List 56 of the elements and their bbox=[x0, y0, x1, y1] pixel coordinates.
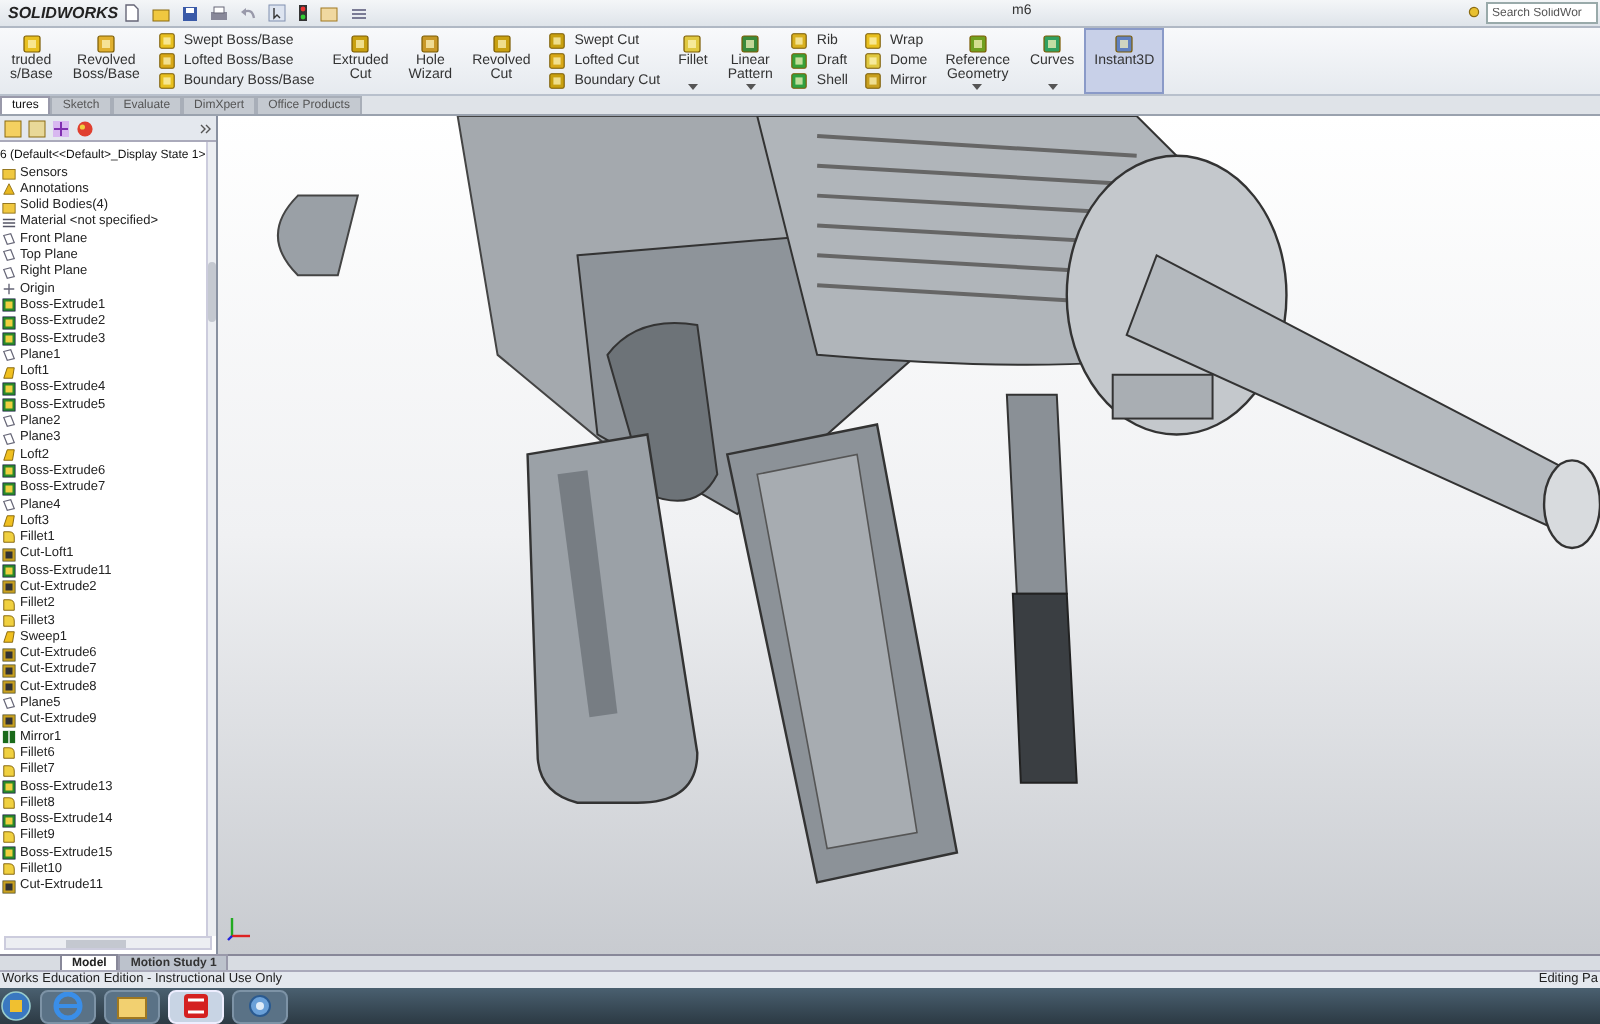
cursor-icon[interactable] bbox=[268, 4, 286, 22]
feature-icon bbox=[740, 34, 761, 54]
cut-icon bbox=[2, 879, 16, 894]
expand-panel-icon[interactable] bbox=[200, 123, 212, 133]
annotation-icon bbox=[2, 182, 16, 197]
cut-icon bbox=[2, 547, 16, 562]
cut-icon bbox=[2, 713, 16, 728]
folder-icon bbox=[2, 199, 16, 214]
fillet-icon bbox=[2, 829, 16, 844]
folder-icon bbox=[2, 165, 16, 180]
feature-icon bbox=[967, 34, 988, 54]
new-document-icon[interactable] bbox=[124, 4, 140, 22]
feature-icon bbox=[420, 34, 441, 54]
traffic-light-icon[interactable] bbox=[298, 4, 308, 22]
feature-icon bbox=[96, 34, 117, 54]
folder-icon bbox=[116, 992, 148, 1020]
origin-icon bbox=[2, 282, 16, 297]
loft-icon bbox=[2, 365, 16, 379]
search-icon bbox=[1468, 6, 1482, 20]
fillet-icon bbox=[2, 796, 16, 811]
undo-icon[interactable] bbox=[240, 5, 256, 21]
plane-icon bbox=[2, 696, 16, 711]
app-logo: SOLIDWORKS bbox=[6, 1, 116, 25]
appearance-icon[interactable] bbox=[76, 119, 94, 137]
crosshair-icon[interactable] bbox=[52, 119, 70, 137]
extrude-icon bbox=[2, 846, 16, 861]
axis-triad-icon bbox=[226, 914, 254, 942]
loft-icon bbox=[2, 514, 16, 529]
extrude-icon bbox=[2, 779, 16, 794]
feature-icon bbox=[1042, 34, 1063, 54]
loft-icon bbox=[2, 630, 16, 645]
printer-icon[interactable] bbox=[210, 5, 228, 21]
plane-icon bbox=[2, 348, 16, 363]
vertical-scrollbar[interactable] bbox=[206, 142, 216, 936]
plane-icon bbox=[2, 497, 16, 512]
save-icon[interactable] bbox=[182, 5, 198, 21]
taskbar-button[interactable] bbox=[104, 989, 160, 1023]
app-logo-icon bbox=[182, 992, 210, 1020]
loft-icon bbox=[2, 447, 16, 462]
browser-icon bbox=[52, 992, 84, 1020]
list-icon[interactable] bbox=[350, 5, 368, 21]
fillet-icon bbox=[2, 862, 16, 877]
open-folder-icon[interactable] bbox=[152, 5, 170, 21]
feature-icon bbox=[21, 34, 42, 54]
feature-icon bbox=[682, 34, 703, 54]
feature-icon bbox=[491, 34, 512, 54]
extrude-icon bbox=[2, 564, 16, 579]
taskbar-button[interactable] bbox=[232, 989, 288, 1023]
fillet-icon bbox=[2, 530, 16, 545]
material-icon bbox=[2, 215, 16, 230]
start-button-icon[interactable] bbox=[0, 990, 32, 1022]
feature-icon bbox=[1114, 34, 1135, 54]
extrude-icon bbox=[2, 813, 16, 828]
cut-icon bbox=[2, 580, 16, 595]
horizontal-scrollbar[interactable] bbox=[4, 936, 212, 950]
feature-icon bbox=[350, 34, 371, 54]
